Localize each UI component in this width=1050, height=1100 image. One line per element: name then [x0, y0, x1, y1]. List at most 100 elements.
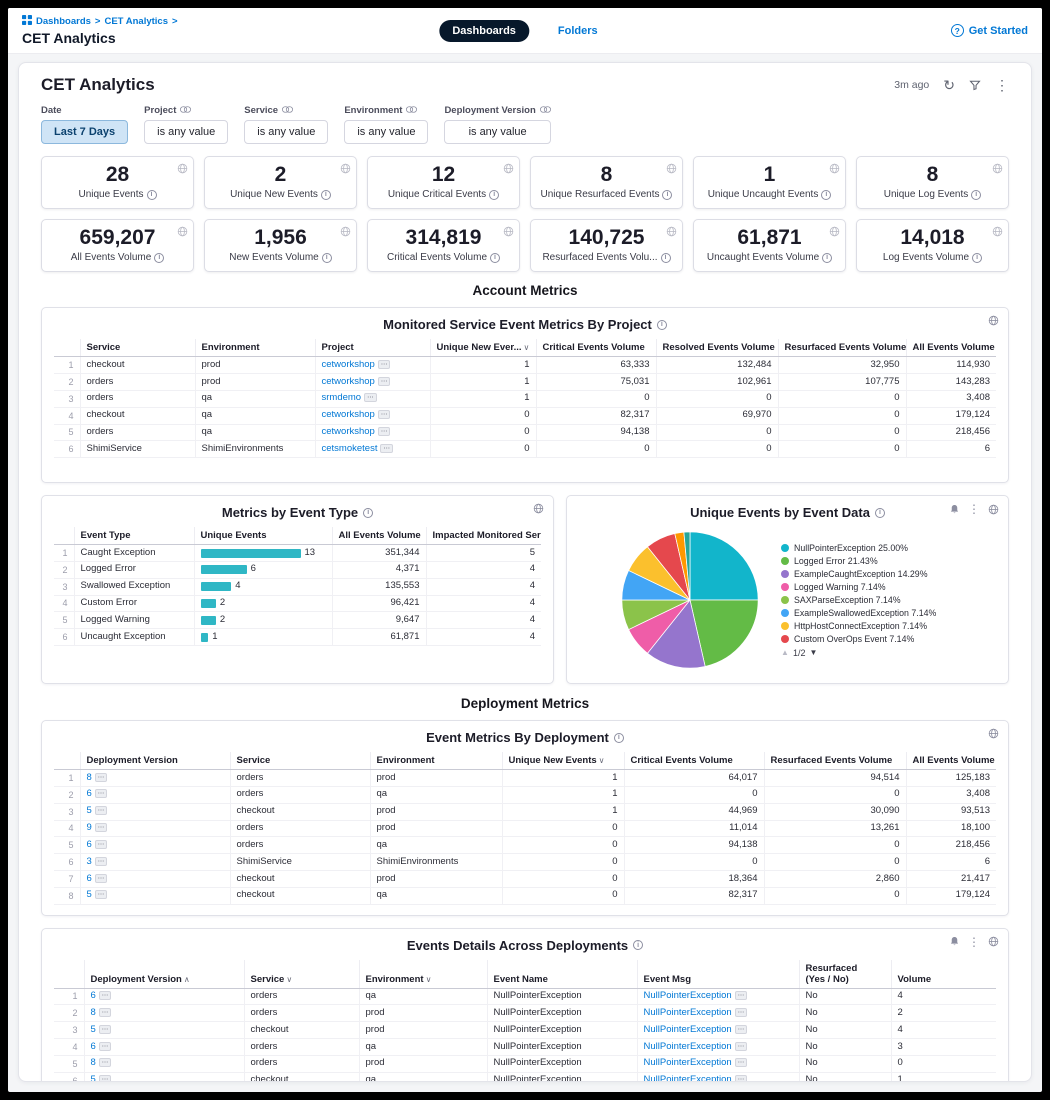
- cell-environment: qa: [359, 988, 487, 1005]
- cell-link[interactable]: 6: [91, 990, 96, 1001]
- bar-value: 13: [305, 547, 316, 560]
- column-header-deployment-version[interactable]: Deployment Version: [80, 752, 230, 770]
- column-header-deployment-version[interactable]: Deployment Version∧: [84, 960, 244, 989]
- filter-control-deployment-version[interactable]: is any value: [444, 120, 550, 144]
- get-started-link[interactable]: ? Get Started: [951, 24, 1028, 37]
- column-header-event-type[interactable]: Event Type: [74, 527, 194, 545]
- more-menu-icon[interactable]: ⋮: [995, 78, 1009, 92]
- column-header-service[interactable]: Service∨: [244, 960, 359, 989]
- cell-link[interactable]: cetworkshop: [322, 359, 375, 370]
- cell-link[interactable]: 6: [91, 1041, 96, 1052]
- pie-slice-nullpointerexception[interactable]: [690, 532, 758, 600]
- cell-link[interactable]: 6: [87, 788, 92, 799]
- cell-link[interactable]: srmdemo: [322, 392, 362, 403]
- column-header-critical-events-volume[interactable]: Critical Events Volume: [624, 752, 764, 770]
- cell-link[interactable]: NullPointerException: [644, 1074, 732, 1082]
- alert-bell-icon[interactable]: [949, 936, 960, 947]
- filter-icon[interactable]: [969, 79, 981, 91]
- globe-icon[interactable]: [177, 224, 188, 242]
- cell-event-name: NullPointerException: [487, 988, 637, 1005]
- cell-link[interactable]: cetworkshop: [322, 426, 375, 437]
- globe-icon[interactable]: [340, 161, 351, 179]
- filter-control-service[interactable]: is any value: [244, 120, 328, 144]
- globe-icon[interactable]: [829, 161, 840, 179]
- column-header-event-msg[interactable]: Event Msg: [637, 960, 799, 989]
- column-header-unique-new-events[interactable]: Unique New Events∨: [502, 752, 624, 770]
- tile-label: Critical Events Volumei: [376, 252, 511, 263]
- globe-icon[interactable]: [666, 161, 677, 179]
- refresh-icon[interactable]: ↻: [943, 78, 955, 92]
- cell-link[interactable]: NullPointerException: [644, 1024, 732, 1035]
- cell-link[interactable]: 5: [91, 1024, 96, 1035]
- pie-chart[interactable]: [619, 529, 761, 671]
- breadcrumb-item-cet-analytics[interactable]: CET Analytics: [104, 16, 168, 27]
- column-header-project[interactable]: Project: [315, 339, 430, 357]
- legend-label: HttpHostConnectException 7.14%: [794, 621, 927, 632]
- cell-link[interactable]: 8: [91, 1007, 96, 1018]
- column-header-unique-events[interactable]: Unique Events: [194, 527, 332, 545]
- column-header-service[interactable]: Service: [230, 752, 370, 770]
- column-header-volume[interactable]: Volume: [891, 960, 996, 989]
- cell-link[interactable]: 9: [87, 822, 92, 833]
- column-header-environment[interactable]: Environment: [195, 339, 315, 357]
- globe-icon[interactable]: [503, 161, 514, 179]
- globe-icon[interactable]: [988, 315, 999, 326]
- column-header-resurfaced-events-volume[interactable]: Resurfaced Events Volume: [778, 339, 906, 357]
- column-header-environment[interactable]: Environment: [370, 752, 502, 770]
- filter-control-project[interactable]: is any value: [144, 120, 228, 144]
- globe-icon[interactable]: [340, 224, 351, 242]
- column-header-service[interactable]: Service: [80, 339, 195, 357]
- column-header-all-events-volume[interactable]: All Events Volume: [332, 527, 426, 545]
- more-menu-icon[interactable]: ⋮: [968, 936, 980, 948]
- cell-link[interactable]: cetsmoketest: [322, 443, 378, 454]
- globe-icon[interactable]: [829, 224, 840, 242]
- globe-icon[interactable]: [533, 503, 544, 514]
- column-header-resurfaced-events-volume[interactable]: Resurfaced Events Volume: [764, 752, 906, 770]
- column-header-all-events-volume[interactable]: All Events Volume: [906, 339, 996, 357]
- cell-link[interactable]: 5: [87, 889, 92, 900]
- cell-link[interactable]: NullPointerException: [644, 1007, 732, 1018]
- breadcrumb-item-dashboards[interactable]: Dashboards: [36, 16, 91, 27]
- row-number: 2: [54, 786, 80, 803]
- globe-icon[interactable]: [992, 224, 1003, 242]
- cell-link[interactable]: 6: [87, 873, 92, 884]
- globe-icon[interactable]: [992, 161, 1003, 179]
- column-header-impacted-monitored-services[interactable]: Impacted Monitored Services: [426, 527, 541, 545]
- tab-dashboards[interactable]: Dashboards: [439, 20, 529, 42]
- filter-control-environment[interactable]: is any value: [344, 120, 428, 144]
- cell-resurfaced-events-volume: 2,860: [764, 871, 906, 888]
- column-header-critical-events-volume[interactable]: Critical Events Volume: [536, 339, 656, 357]
- column-header-resurfaced[interactable]: Resurfaced(Yes / No): [799, 960, 891, 989]
- legend-dot: [781, 596, 789, 604]
- column-header-all-events-volume[interactable]: All Events Volume: [906, 752, 996, 770]
- page-up-icon[interactable]: ▲: [781, 648, 789, 657]
- page-down-icon[interactable]: ▼: [809, 648, 817, 657]
- globe-icon[interactable]: [666, 224, 677, 242]
- cell-link[interactable]: cetworkshop: [322, 376, 375, 387]
- cell-link[interactable]: 8: [87, 772, 92, 783]
- cell-link[interactable]: 5: [87, 805, 92, 816]
- cell-link[interactable]: NullPointerException: [644, 990, 732, 1001]
- column-header-environment[interactable]: Environment∨: [359, 960, 487, 989]
- cell-link[interactable]: cetworkshop: [322, 409, 375, 420]
- globe-icon[interactable]: [988, 504, 999, 515]
- globe-icon[interactable]: [177, 161, 188, 179]
- cell-resurfaced-events-volume: 0: [778, 441, 906, 458]
- alert-bell-icon[interactable]: [949, 504, 960, 515]
- globe-icon[interactable]: [503, 224, 514, 242]
- cell-link[interactable]: 3: [87, 856, 92, 867]
- cell-link[interactable]: 8: [91, 1057, 96, 1068]
- column-header-event-name[interactable]: Event Name: [487, 960, 637, 989]
- info-icon: i: [363, 508, 373, 518]
- column-header-resolved-events-volume[interactable]: Resolved Events Volume: [656, 339, 778, 357]
- cell-link[interactable]: 6: [87, 839, 92, 850]
- globe-icon[interactable]: [988, 728, 999, 739]
- tab-folders[interactable]: Folders: [545, 20, 611, 42]
- column-header-unique-new-ever[interactable]: Unique New Ever...∨: [430, 339, 536, 357]
- more-menu-icon[interactable]: ⋮: [968, 503, 980, 515]
- filter-control-date[interactable]: Last 7 Days: [41, 120, 128, 144]
- globe-icon[interactable]: [988, 936, 999, 947]
- cell-link[interactable]: 5: [91, 1074, 96, 1082]
- cell-link[interactable]: NullPointerException: [644, 1057, 732, 1068]
- cell-link[interactable]: NullPointerException: [644, 1041, 732, 1052]
